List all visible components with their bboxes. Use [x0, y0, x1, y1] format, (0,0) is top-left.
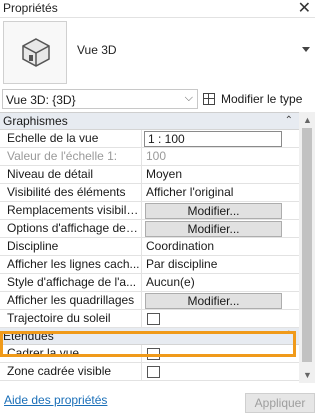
hidden-lines-value[interactable]: Par discipline: [143, 256, 299, 273]
graphic-display-options-edit-button[interactable]: Modifier...: [145, 221, 282, 237]
property-value: 100: [146, 149, 167, 163]
type-dropdown-arrow-icon[interactable]: [302, 47, 310, 52]
property-row-style-affichage: Style d'affichage de l'a... Aucun(e): [0, 274, 299, 292]
discipline-value[interactable]: Coordination: [143, 238, 299, 255]
properties-grid: Graphismes ⌃ Echelle de la vue 1 : 100 V…: [0, 112, 299, 383]
instance-filter-dropdown[interactable]: Vue 3D: {3D} ⌵: [2, 89, 198, 109]
view-scale-field[interactable]: 1 : 100: [144, 131, 282, 147]
group-header-graphismes[interactable]: Graphismes ⌃: [0, 113, 299, 130]
group-label: Graphismes: [3, 114, 68, 128]
scrollbar-thumb[interactable]: [302, 128, 312, 362]
property-name: Valeur de l'échelle 1:: [0, 148, 142, 165]
display-style-value[interactable]: Aucun(e): [143, 274, 299, 291]
property-row-trajectoire: Trajectoire du soleil: [0, 310, 299, 328]
property-name: Visibilité des éléments: [0, 184, 142, 201]
footer: Aide des propriétés Appliquer: [0, 383, 315, 413]
instance-filter-value: Vue 3D: {3D}: [6, 93, 76, 107]
property-row-remplacements: Remplacements visibilit... Modifier...: [0, 202, 299, 220]
type-thumbnail: [3, 21, 67, 84]
property-row-discipline: Discipline Coordination: [0, 238, 299, 256]
property-row-cadrer: Cadrer la vue: [0, 345, 299, 363]
property-name: Trajectoire du soleil: [0, 310, 142, 327]
group-label: Etendues: [3, 329, 54, 343]
scroll-down-icon[interactable]: ▼: [303, 370, 312, 380]
property-row-visibilite: Visibilité des éléments Afficher l'origi…: [0, 184, 299, 202]
property-name: Cadrer la vue: [0, 345, 142, 362]
crop-view-checkbox[interactable]: [147, 348, 160, 360]
edit-type-icon: [203, 93, 215, 105]
crop-region-visible-checkbox[interactable]: [147, 366, 160, 378]
window-title: Propriétés: [3, 1, 58, 15]
type-name: Vue 3D: [77, 43, 117, 57]
property-row-lignes-cachees: Afficher les lignes cach... Par discipli…: [0, 256, 299, 274]
parts-visibility-value[interactable]: Afficher l'original: [143, 184, 299, 201]
show-grids-edit-button[interactable]: Modifier...: [145, 293, 282, 309]
collapse-icon[interactable]: ⌃: [285, 113, 293, 129]
property-name: Afficher les quadrillages: [0, 292, 142, 309]
property-name: Style d'affichage de l'a...: [0, 274, 142, 291]
property-name: Zone cadrée visible: [0, 363, 142, 380]
collapse-icon[interactable]: ⌃: [285, 328, 293, 344]
apply-button[interactable]: Appliquer: [245, 393, 315, 413]
properties-help-link[interactable]: Aide des propriétés: [4, 393, 107, 407]
scroll-up-icon[interactable]: ▲: [303, 115, 312, 125]
detail-level-value[interactable]: Moyen: [143, 166, 299, 183]
property-name: Remplacements visibilit...: [0, 202, 142, 219]
visibility-overrides-edit-button[interactable]: Modifier...: [145, 203, 282, 219]
title-bar: Propriétés ✕: [0, 0, 315, 17]
instance-selector-row: Vue 3D: {3D} ⌵ Modifier le type: [0, 87, 315, 112]
property-name: Niveau de détail: [0, 166, 142, 183]
property-name: Afficher les lignes cach...: [0, 256, 142, 273]
property-name: Discipline: [0, 238, 142, 255]
close-icon[interactable]: ✕: [298, 0, 311, 18]
group-header-etendues[interactable]: Etendues ⌃: [0, 328, 299, 345]
sun-path-checkbox[interactable]: [147, 313, 160, 325]
property-name: Options d'affichage des...: [0, 220, 142, 237]
chevron-down-icon: ⌵: [184, 92, 193, 104]
property-row-echelle: Echelle de la vue 1 : 100: [0, 130, 299, 148]
property-row-quadrillages: Afficher les quadrillages Modifier...: [0, 292, 299, 310]
property-row-zone-cadree: Zone cadrée visible: [0, 363, 299, 381]
edit-type-label: Modifier le type: [221, 92, 303, 106]
type-selector[interactable]: Vue 3D: [0, 17, 315, 86]
vertical-scrollbar[interactable]: ▲ ▼: [299, 112, 315, 383]
property-name: Echelle de la vue: [0, 130, 142, 147]
property-row-niveau-detail: Niveau de détail Moyen: [0, 166, 299, 184]
property-row-valeur-echelle: Valeur de l'échelle 1: 100: [0, 148, 299, 166]
property-row-options-affichage: Options d'affichage des... Modifier...: [0, 220, 299, 238]
3d-view-house-icon: [22, 38, 50, 67]
